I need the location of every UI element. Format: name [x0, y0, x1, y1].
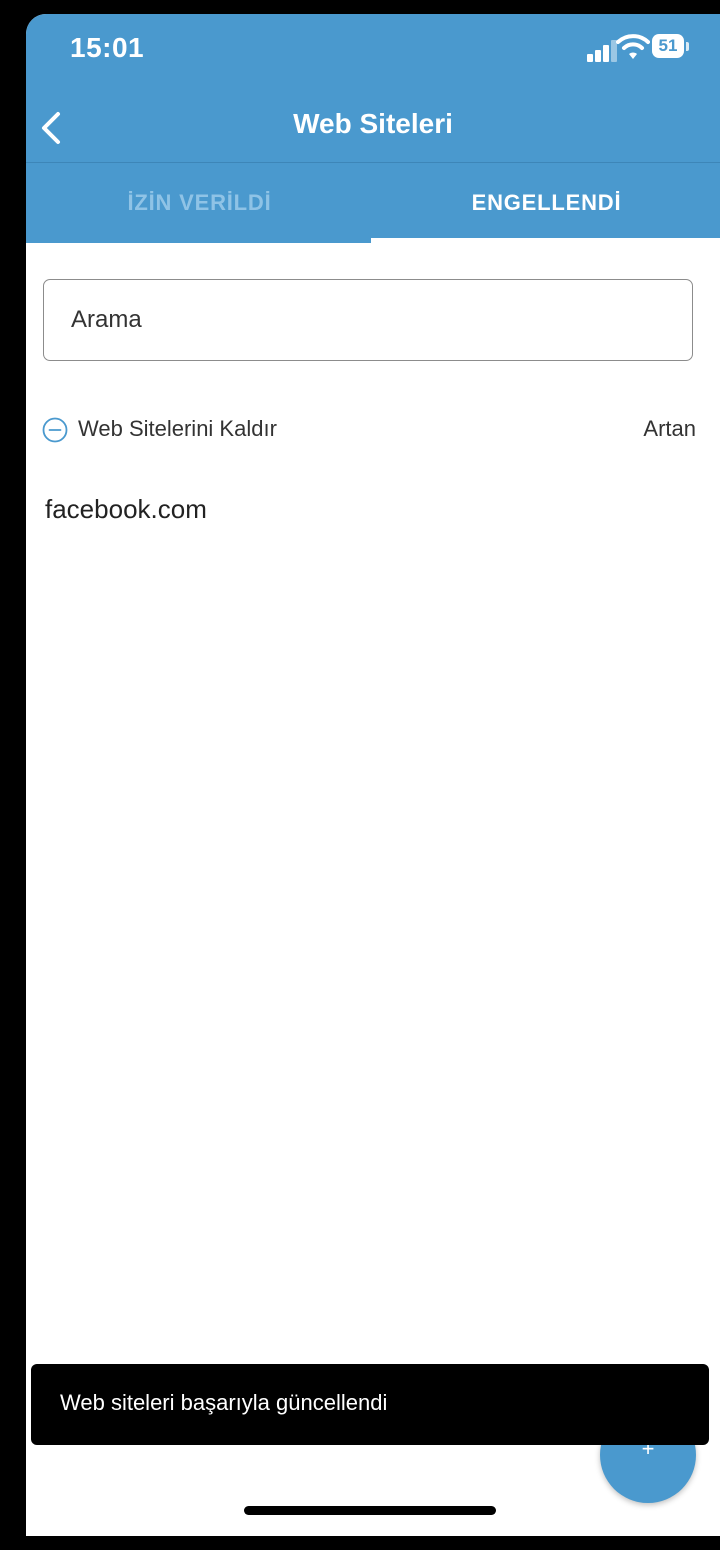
nav-bar: Web Siteleri [26, 94, 720, 163]
remove-websites-label: Web Sitelerini Kaldır [78, 416, 277, 441]
home-indicator[interactable] [244, 1506, 496, 1515]
status-time: 15:01 [70, 32, 145, 63]
app-screen: 15:01 51 Web Siteleri İZİN VERİLDİ ENGEL… [26, 14, 720, 1536]
battery-icon: 51 [652, 34, 684, 58]
page-title: Web Siteleri [293, 108, 453, 139]
active-tab-indicator [371, 238, 720, 243]
sort-order-button[interactable]: Artan [643, 416, 696, 442]
tab-blocked[interactable]: ENGELLENDİ [373, 163, 720, 243]
wifi-icon [616, 34, 650, 59]
minus-circle-icon [42, 417, 68, 443]
website-list-item[interactable]: facebook.com [45, 494, 207, 525]
battery-tip [686, 42, 689, 51]
search-input[interactable] [43, 279, 693, 361]
toast-notification: Web siteleri başarıyla güncellendi [31, 1364, 709, 1445]
tab-allowed[interactable]: İZİN VERİLDİ [26, 163, 373, 243]
toast-message: Web siteleri başarıyla güncellendi [60, 1390, 388, 1415]
status-bar: 15:01 51 [26, 14, 720, 94]
tab-bar: İZİN VERİLDİ ENGELLENDİ [26, 163, 720, 243]
